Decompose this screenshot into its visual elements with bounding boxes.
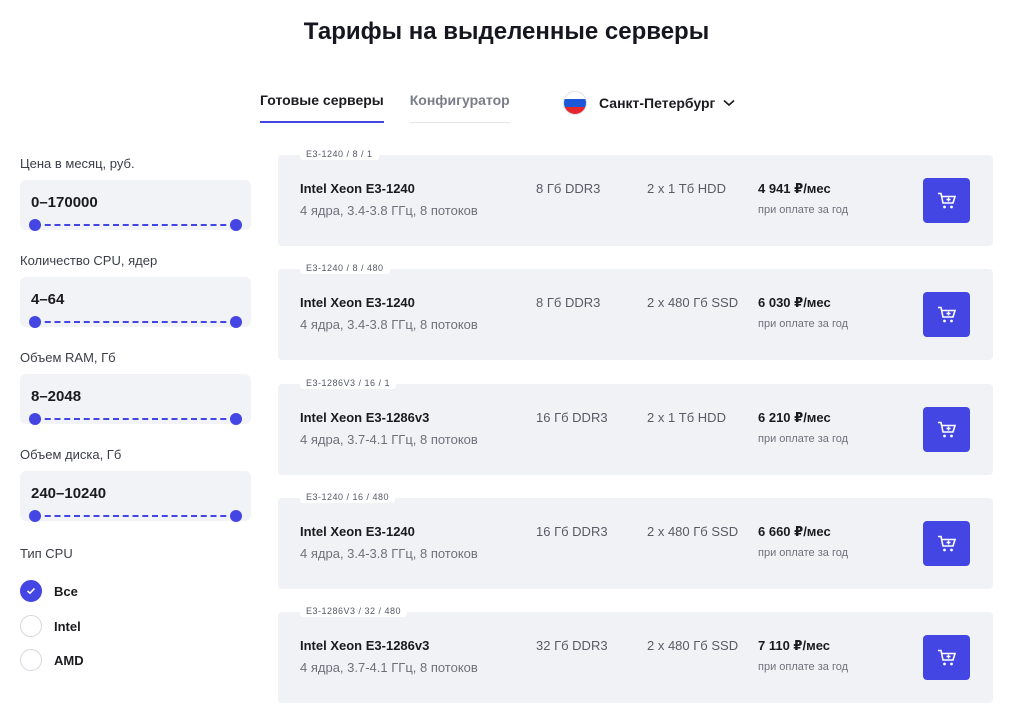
cpu-filter-label: Количество CPU, ядер	[20, 253, 158, 268]
cart-icon	[937, 421, 956, 437]
add-to-cart-button[interactable]	[923, 521, 970, 566]
server-disk: 2 х 1 Тб HDD	[647, 181, 726, 196]
chevron-down-icon	[723, 99, 735, 107]
server-price: 7 110 ₽/мес	[758, 638, 830, 653]
server-price: 4 941 ₽/мес	[758, 181, 831, 196]
radio-checked[interactable]	[20, 580, 42, 602]
price-filter-label: Цена в месяц, руб.	[20, 156, 135, 171]
cpu-range-slider[interactable]: 4–64	[20, 277, 251, 328]
server-cpu-spec: 4 ядра, 3.4-3.8 ГГц, 8 потоков	[300, 203, 478, 218]
slider-track	[35, 224, 236, 226]
checkmark-icon	[26, 587, 36, 595]
server-cpu-spec: 4 ядра, 3.7-4.1 ГГц, 8 потоков	[300, 432, 478, 447]
cpu-type-label: Тип CPU	[20, 546, 73, 561]
ram-range-slider[interactable]: 8–2048	[20, 374, 251, 425]
server-tag: E3-1240 / 16 / 480	[300, 491, 396, 503]
server-card: E3-1240 / 16 / 480 Intel Xeon E3-1240 4 …	[278, 491, 993, 589]
server-cpu: Intel Xeon E3-1240	[300, 524, 415, 539]
add-to-cart-button[interactable]	[923, 292, 970, 337]
server-cpu: Intel Xeon E3-1240	[300, 295, 415, 310]
slider-max-handle[interactable]	[230, 413, 242, 425]
server-price: 6 030 ₽/мес	[758, 295, 831, 310]
server-cpu-spec: 4 ядра, 3.7-4.1 ГГц, 8 потоков	[300, 660, 478, 675]
page: Тарифы на выделенные серверы Готовые сер…	[0, 0, 1024, 708]
region-name: Санкт-Петербург	[599, 95, 716, 111]
tab-ready-servers[interactable]: Готовые серверы	[260, 92, 384, 123]
server-ram: 16 Гб DDR3	[536, 524, 608, 539]
server-card: E3-1286V3 / 32 / 480 Intel Xeon E3-1286v…	[278, 605, 993, 703]
radio-label: AMD	[54, 652, 84, 668]
disk-range-slider[interactable]: 240–10240	[20, 471, 251, 522]
radio-unchecked[interactable]	[20, 615, 42, 637]
slider-track	[35, 418, 236, 420]
server-ram: 32 Гб DDR3	[536, 638, 608, 653]
russia-flag-icon	[564, 92, 586, 114]
add-to-cart-button[interactable]	[923, 178, 970, 223]
server-cpu: Intel Xeon E3-1286v3	[300, 410, 430, 425]
server-price: 6 660 ₽/мес	[758, 524, 831, 539]
cpu-type-option-amd[interactable]: AMD	[20, 649, 84, 671]
price-note: при оплате за год	[758, 433, 849, 445]
tab-configurator[interactable]: Конфигуратор	[409, 92, 510, 123]
add-to-cart-button[interactable]	[923, 407, 970, 452]
price-range-slider[interactable]: 0–170000	[20, 180, 251, 231]
server-ram: 16 Гб DDR3	[536, 410, 608, 425]
price-range-value: 0–170000	[31, 194, 98, 211]
price-note: при оплате за год	[758, 547, 849, 559]
price-note: при оплате за год	[758, 204, 849, 216]
cart-icon	[937, 192, 956, 208]
region-selector[interactable]: Санкт-Петербург	[564, 92, 735, 114]
radio-unchecked[interactable]	[20, 649, 42, 671]
tabs: Готовые серверы Конфигуратор	[260, 92, 510, 123]
radio-label: Все	[54, 583, 78, 599]
server-tag: E3-1286V3 / 32 / 480	[300, 605, 408, 617]
cpu-type-option-all[interactable]: Все	[20, 580, 78, 602]
ram-filter-label: Объем RAM, Гб	[20, 350, 116, 365]
slider-max-handle[interactable]	[230, 510, 242, 522]
cpu-range-value: 4–64	[31, 291, 65, 308]
page-title: Тарифы на выделенные серверы	[303, 18, 710, 45]
cpu-type-option-intel[interactable]: Intel	[20, 615, 81, 637]
server-ram: 8 Гб DDR3	[536, 295, 601, 310]
slider-min-handle[interactable]	[29, 413, 41, 425]
slider-track	[35, 515, 236, 517]
price-note: при оплате за год	[758, 318, 849, 330]
server-cpu-spec: 4 ядра, 3.4-3.8 ГГц, 8 потоков	[300, 317, 478, 332]
slider-track	[35, 321, 236, 323]
server-card: E3-1286V3 / 16 / 1 Intel Xeon E3-1286v3 …	[278, 377, 993, 475]
price-note: при оплате за год	[758, 661, 849, 673]
slider-max-handle[interactable]	[230, 219, 242, 231]
disk-filter-label: Объем диска, Гб	[20, 447, 122, 462]
server-card: E3-1240 / 8 / 1 Intel Xeon E3-1240 4 ядр…	[278, 148, 993, 246]
ram-range-value: 8–2048	[31, 388, 82, 405]
slider-min-handle[interactable]	[29, 316, 41, 328]
cart-icon	[937, 649, 956, 665]
add-to-cart-button[interactable]	[923, 635, 970, 680]
server-tag: E3-1240 / 8 / 480	[300, 262, 390, 274]
server-tag: E3-1286V3 / 16 / 1	[300, 377, 397, 389]
server-card: E3-1240 / 8 / 480 Intel Xeon E3-1240 4 я…	[278, 262, 993, 360]
slider-max-handle[interactable]	[230, 316, 242, 328]
server-disk: 2 х 1 Тб HDD	[647, 410, 726, 425]
slider-min-handle[interactable]	[29, 510, 41, 522]
cart-icon	[937, 535, 956, 551]
server-disk: 2 х 480 Гб SSD	[647, 295, 739, 310]
server-cpu: Intel Xeon E3-1240	[300, 181, 415, 196]
disk-range-value: 240–10240	[31, 485, 107, 502]
server-tag: E3-1240 / 8 / 1	[300, 148, 379, 160]
cart-icon	[937, 306, 956, 322]
server-cpu: Intel Xeon E3-1286v3	[300, 638, 430, 653]
server-disk: 2 х 480 Гб SSD	[647, 524, 739, 539]
server-cpu-spec: 4 ядра, 3.4-3.8 ГГц, 8 потоков	[300, 546, 478, 561]
server-disk: 2 х 480 Гб SSD	[647, 638, 739, 653]
radio-label: Intel	[54, 618, 81, 634]
server-price: 6 210 ₽/мес	[758, 410, 831, 425]
slider-min-handle[interactable]	[29, 219, 41, 231]
server-ram: 8 Гб DDR3	[536, 181, 601, 196]
